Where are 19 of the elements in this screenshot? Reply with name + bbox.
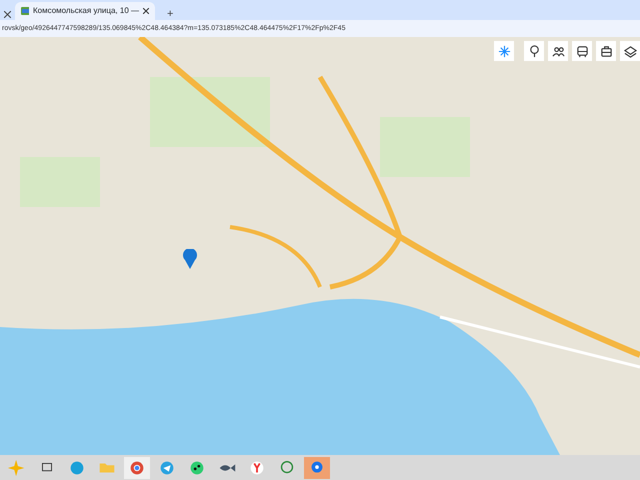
briefcase-icon — [600, 44, 612, 58]
browser-taskbar-button[interactable] — [124, 456, 150, 478]
tree-icon — [528, 44, 540, 58]
bus-icon-button[interactable] — [572, 41, 592, 61]
location-pin-icon — [182, 249, 198, 269]
new-tab-button[interactable]: + — [163, 9, 178, 20]
location-pin-taskbar-button[interactable] — [304, 456, 330, 478]
layers-icon — [624, 44, 636, 58]
briefcase-icon-button[interactable] — [596, 41, 616, 61]
people-icon — [552, 44, 564, 58]
bus-icon — [576, 44, 588, 58]
layers-icon-button[interactable] — [620, 41, 640, 61]
snowflake-icon-button[interactable] — [494, 41, 514, 61]
close-icon[interactable] — [143, 5, 149, 17]
people-icon-button[interactable] — [548, 41, 568, 61]
tree-icon-button[interactable] — [524, 41, 544, 61]
snowflake-icon — [498, 44, 510, 58]
browser-tab[interactable]: Комсомольская улица, 10 — — [15, 2, 155, 20]
site-icon — [21, 7, 29, 15]
